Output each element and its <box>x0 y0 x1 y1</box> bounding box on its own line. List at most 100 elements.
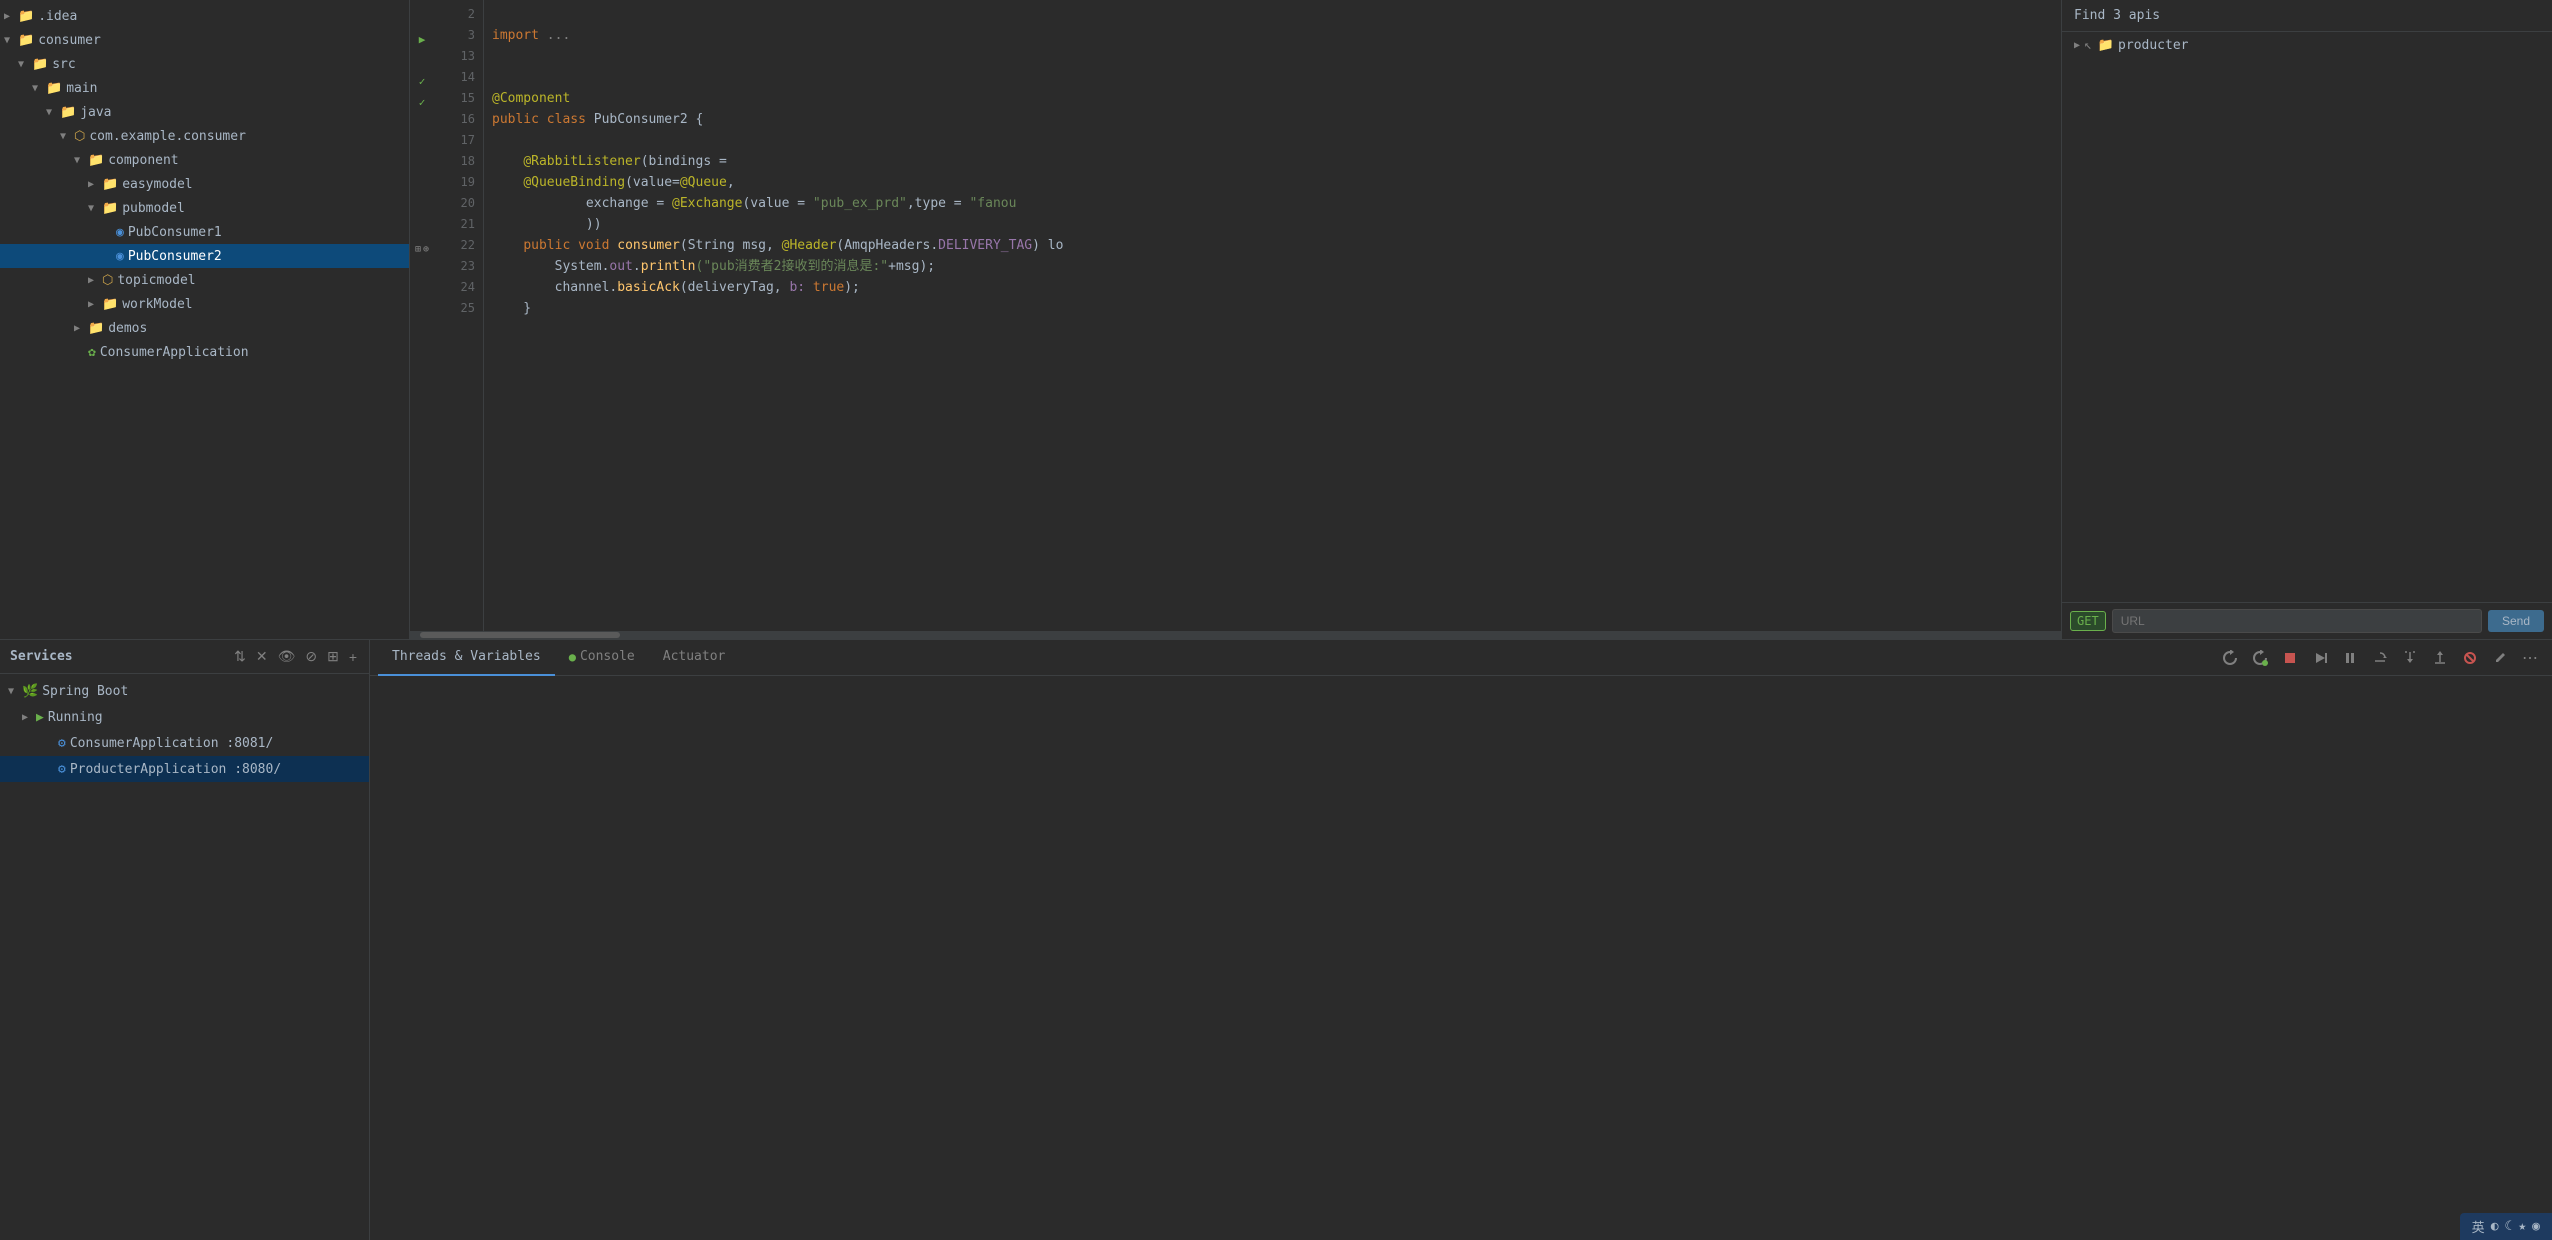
kw-public-22: public <box>523 235 570 256</box>
services-header: Services ⇅ ✕ 👁 ⊘ ⊞ + <box>0 640 369 674</box>
api-tree-item-producter[interactable]: ▶ ↖ 📁 producter <box>2062 32 2552 58</box>
debug-rerun2-btn[interactable] <box>2247 646 2273 670</box>
tree-item-workmodel[interactable]: ▶ 📁 workModel <box>0 292 409 316</box>
url-input[interactable] <box>2112 609 2482 633</box>
toolbar-group-btn[interactable]: ⊞ <box>325 646 341 667</box>
tab-actuator-label: Actuator <box>663 649 726 664</box>
tree-item-pubconsumer2[interactable]: ◉ PubConsumer2 <box>0 244 409 268</box>
service-item-springboot[interactable]: ▼ 🌿 Spring Boot <box>0 678 369 704</box>
plain-indent-22 <box>492 235 523 256</box>
editor-scrollbar[interactable] <box>410 631 2061 639</box>
tree-arrow-pubmodel: ▼ <box>88 203 102 214</box>
api-content-empty <box>2062 58 2552 602</box>
debug-stop-btn[interactable] <box>2277 646 2303 670</box>
tree-item-java[interactable]: ▼ 📁 java <box>0 100 409 124</box>
status-moon1: ◐ <box>2491 1219 2499 1234</box>
kw-import: import <box>492 25 539 46</box>
tree-item-main[interactable]: ▼ 📁 main <box>0 76 409 100</box>
spring-icon: 🌿 <box>22 684 38 699</box>
debug-rerun-btn[interactable] <box>2217 646 2243 670</box>
pause-icon <box>2342 650 2358 666</box>
code-line-16: public class PubConsumer2 { <box>492 109 2053 130</box>
debug-toolbar: ⋯ <box>2217 644 2544 672</box>
tree-item-idea[interactable]: ▶ 📁 .idea <box>0 4 409 28</box>
folder-icon-easymodel: 📁 <box>102 177 118 192</box>
plain-22c: (String msg, <box>680 235 782 256</box>
toolbar-filter-btn[interactable]: ⊘ <box>303 646 319 667</box>
toolbar-add-btn[interactable]: + <box>347 647 359 667</box>
tree-item-consumerapplication[interactable]: ✿ ConsumerApplication <box>0 340 409 364</box>
var-b: b: <box>789 277 805 298</box>
tree-item-package[interactable]: ▼ ⬡ com.example.consumer <box>0 124 409 148</box>
debug-stepinto-btn[interactable] <box>2397 646 2423 670</box>
tree-label-component: component <box>108 153 178 168</box>
tree-item-easymodel[interactable]: ▶ 📁 easymodel <box>0 172 409 196</box>
gutter-icons-22: ⊞ ⊕ <box>410 239 434 260</box>
step-into-icon <box>2402 650 2418 666</box>
code-line-17 <box>492 130 2053 151</box>
folder-icon-pubmodel: 📁 <box>102 201 118 216</box>
plain-22a <box>570 235 578 256</box>
toolbar-eye-btn[interactable]: 👁 <box>276 646 298 667</box>
debug-mute-btn[interactable] <box>2457 646 2483 670</box>
code-line-13 <box>492 46 2053 67</box>
gutter-arrow-3: ▶ <box>410 29 434 50</box>
gutter-empty-19 <box>410 176 434 197</box>
toolbar-arrows-btn[interactable]: ⇅ <box>232 646 248 667</box>
ln-3: 3 <box>434 25 475 46</box>
tree-item-pubconsumer1[interactable]: ◉ PubConsumer1 <box>0 220 409 244</box>
line-22-icon2: ⊕ <box>423 244 429 255</box>
kw-class: class <box>547 109 586 130</box>
edit-icon <box>2492 650 2508 666</box>
debug-stepover-btn[interactable] <box>2367 646 2393 670</box>
tree-item-component[interactable]: ▼ 📁 component <box>0 148 409 172</box>
tree-item-pubmodel[interactable]: ▼ 📁 pubmodel <box>0 196 409 220</box>
ln-22: 22 <box>434 235 475 256</box>
tree-arrow-main: ▼ <box>32 83 46 94</box>
plain-22b <box>609 235 617 256</box>
service-item-consumer-app[interactable]: ⚙ ConsumerApplication :8081/ <box>0 730 369 756</box>
tree-label-main: main <box>66 81 97 96</box>
debug-stepout-btn[interactable] <box>2427 646 2453 670</box>
debug-resume-btn[interactable] <box>2307 646 2333 670</box>
plain-23b: . <box>633 256 641 277</box>
top-section: ▶ 📁 .idea ▼ 📁 consumer ▼ 📁 src ▼ 📁 main … <box>0 0 2552 640</box>
ann-exchange: @Exchange <box>672 193 742 214</box>
gutter-empty-17 <box>410 134 434 155</box>
spring-file-icon: ✿ <box>88 345 96 360</box>
tab-console[interactable]: ● Console <box>555 640 649 676</box>
plain-indent-18 <box>492 151 523 172</box>
ln-2: 2 <box>434 4 475 25</box>
code-line-21: )) <box>492 214 2053 235</box>
code-view[interactable]: import ... @Component public class PubCo… <box>484 0 2061 631</box>
ln-17: 17 <box>434 130 475 151</box>
debug-more-btn[interactable]: ⋯ <box>2517 644 2544 672</box>
gutter-check-15: ✓ <box>410 92 434 113</box>
plain-19a: (value= <box>625 172 680 193</box>
rerun2-icon <box>2252 650 2268 666</box>
debug-pause-btn[interactable] <box>2337 646 2363 670</box>
code-line-18: @RabbitListener (bindings = <box>492 151 2053 172</box>
method-badge[interactable]: GET <box>2070 611 2106 631</box>
api-header: Find 3 apis <box>2062 0 2552 32</box>
editor-area: ▶ ✓ ✓ ⊞ ⊕ 2 3 <box>410 0 2062 639</box>
scrollbar-thumb[interactable] <box>420 632 620 638</box>
plain-24d: ); <box>844 277 860 298</box>
services-toolbar: ⇅ ✕ 👁 ⊘ ⊞ + <box>232 646 359 667</box>
send-button[interactable]: Send <box>2488 610 2544 632</box>
gutter-empty-1 <box>410 8 434 29</box>
plain-24c <box>805 277 813 298</box>
code-line-25: } <box>492 298 2053 319</box>
service-item-producer-app[interactable]: ⚙ ProducterApplication :8080/ <box>0 756 369 782</box>
tab-actuator[interactable]: Actuator <box>649 640 740 676</box>
tree-item-topicmodel[interactable]: ▶ ⬡ topicmodel <box>0 268 409 292</box>
tree-item-consumer[interactable]: ▼ 📁 consumer <box>0 28 409 52</box>
tree-item-demos[interactable]: ▶ 📁 demos <box>0 316 409 340</box>
debug-edit-btn[interactable] <box>2487 646 2513 670</box>
toolbar-close-btn[interactable]: ✕ <box>254 646 270 667</box>
var-delivery-tag: DELIVERY_TAG <box>938 235 1032 256</box>
tab-threads-variables[interactable]: Threads & Variables <box>378 640 555 676</box>
tree-arrow-workmodel: ▶ <box>88 299 102 310</box>
service-item-running[interactable]: ▶ ▶ Running <box>0 704 369 730</box>
tree-item-src[interactable]: ▼ 📁 src <box>0 52 409 76</box>
